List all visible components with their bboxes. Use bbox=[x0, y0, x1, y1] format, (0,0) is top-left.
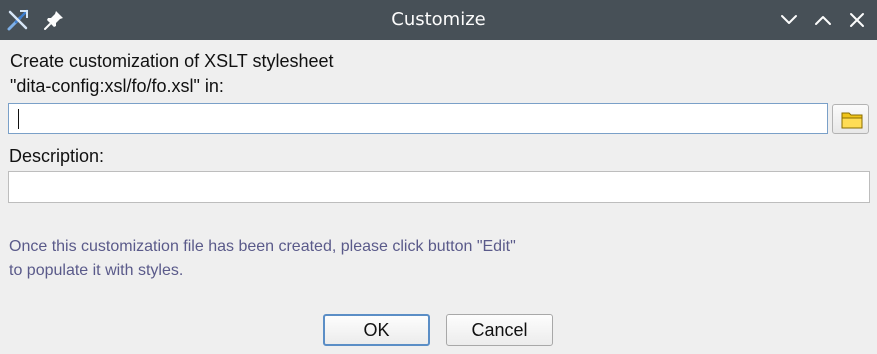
chevron-down-icon[interactable] bbox=[777, 8, 801, 32]
chevron-up-icon[interactable] bbox=[811, 8, 835, 32]
title-bar: Customize bbox=[0, 0, 877, 40]
text-caret bbox=[18, 109, 19, 129]
cancel-button[interactable]: Cancel bbox=[446, 314, 553, 346]
folder-icon bbox=[841, 112, 863, 129]
info-text-line-2: to populate it with styles. bbox=[9, 262, 184, 279]
ok-button[interactable]: OK bbox=[323, 314, 430, 346]
heading-line-1: Create customization of XSLT stylesheet bbox=[10, 51, 334, 71]
heading-line-2: "dita-config:xsl/fo/fo.xsl" in: bbox=[10, 76, 224, 96]
info-text-line-1: Once this customization file has been cr… bbox=[9, 238, 516, 255]
close-icon[interactable] bbox=[845, 8, 869, 32]
description-label: Description: bbox=[9, 146, 105, 166]
browse-button[interactable] bbox=[832, 104, 869, 134]
window-title: Customize bbox=[391, 9, 486, 30]
customize-dialog: Customize Create customization of XSLT s… bbox=[0, 0, 877, 354]
customization-path-input[interactable] bbox=[8, 103, 828, 134]
description-input[interactable] bbox=[8, 171, 870, 203]
